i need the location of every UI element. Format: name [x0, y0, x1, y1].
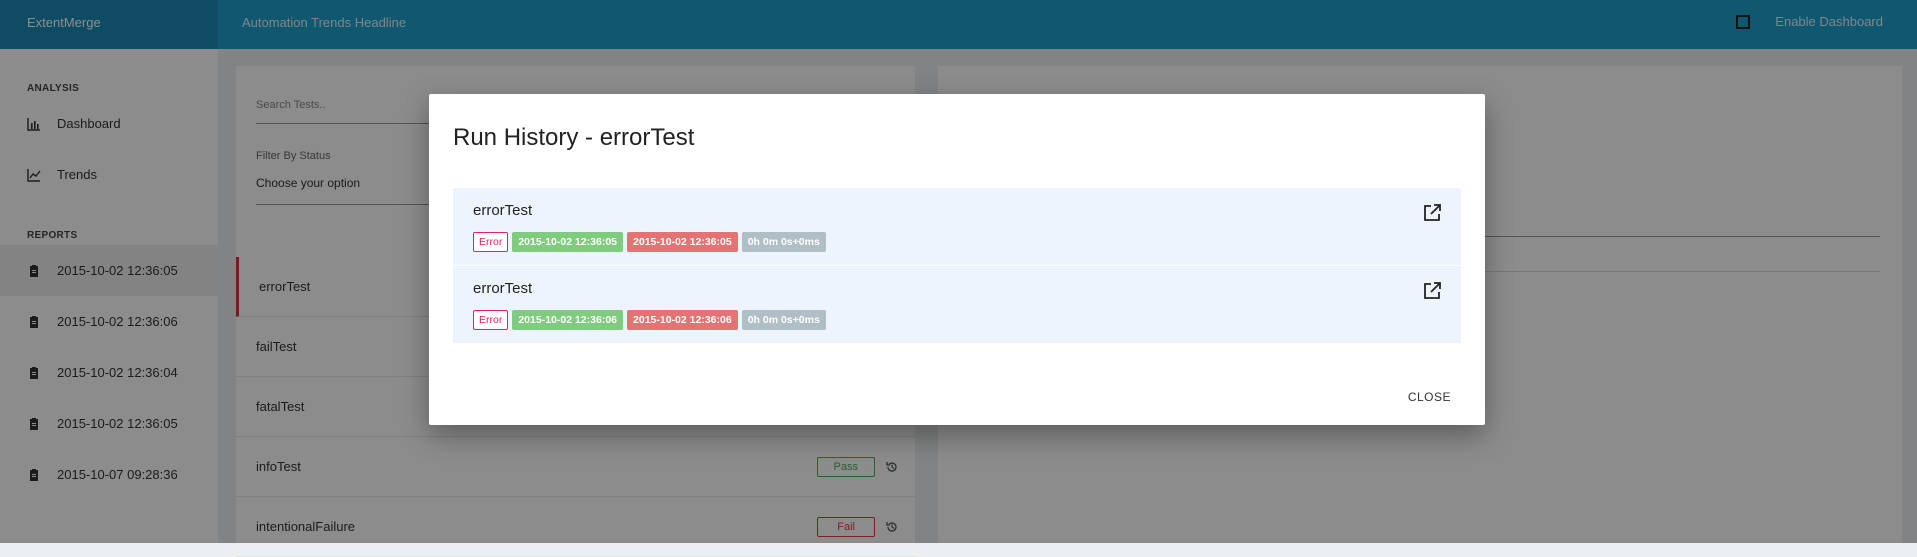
- modal-title: Run History - errorTest: [453, 124, 695, 151]
- run-test-name: errorTest: [473, 202, 533, 219]
- run-history-list: errorTest Error 2015-10-02 12:36:05 2015…: [453, 188, 1461, 344]
- close-button[interactable]: CLOSE: [1408, 390, 1451, 404]
- duration-badge: 0h 0m 0s+0ms: [741, 310, 826, 330]
- run-test-name: errorTest: [473, 280, 533, 297]
- status-badge: Error: [473, 232, 509, 252]
- list-item: errorTest Error 2015-10-02 12:36:05 2015…: [453, 188, 1461, 266]
- end-time-badge: 2015-10-02 12:36:05: [627, 232, 738, 252]
- run-history-modal: Run History - errorTest errorTest Error …: [429, 94, 1485, 425]
- list-item: errorTest Error 2015-10-02 12:36:06 2015…: [453, 266, 1461, 344]
- open-in-new-icon[interactable]: [1423, 282, 1441, 300]
- start-time-badge: 2015-10-02 12:36:05: [512, 232, 624, 252]
- duration-badge: 0h 0m 0s+0ms: [741, 232, 826, 252]
- status-badge: Error: [473, 310, 509, 330]
- end-time-badge: 2015-10-02 12:36:06: [627, 310, 738, 330]
- start-time-badge: 2015-10-02 12:36:06: [512, 310, 624, 330]
- open-in-new-icon[interactable]: [1423, 204, 1441, 222]
